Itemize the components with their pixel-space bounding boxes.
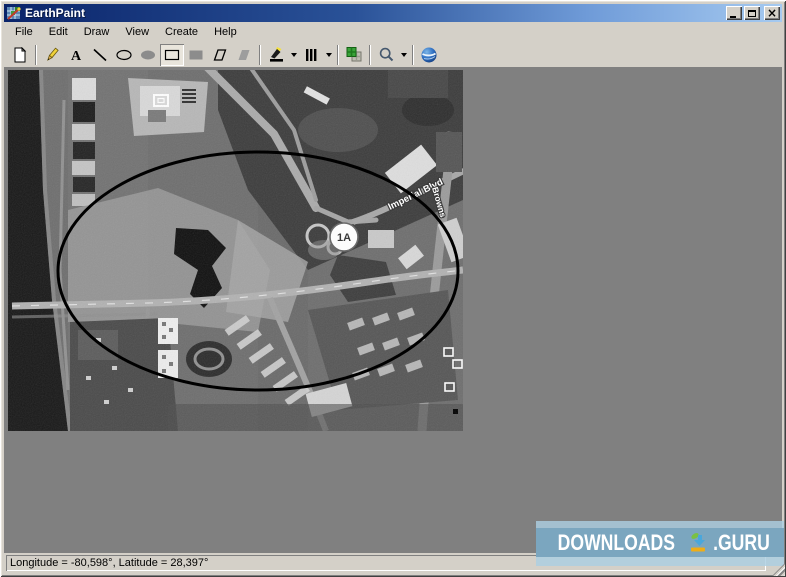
drawing-canvas[interactable]: Imperial Blvd Browns 1A <box>4 67 782 553</box>
text-icon: A <box>68 47 84 63</box>
zoom-button[interactable] <box>374 44 398 66</box>
menu-help[interactable]: Help <box>206 23 245 41</box>
menu-edit[interactable]: Edit <box>41 23 76 41</box>
line-width-icon <box>303 47 319 63</box>
rectangle-outline-icon <box>163 47 181 63</box>
google-earth-button[interactable] <box>417 44 441 66</box>
menu-file[interactable]: File <box>7 23 41 41</box>
google-earth-globe-icon <box>420 46 438 64</box>
ellipse-outline-tool-button[interactable] <box>112 44 136 66</box>
toolbar: A <box>4 42 782 67</box>
transparency-colors-button[interactable] <box>342 44 366 66</box>
toolbar-separator <box>35 45 37 65</box>
satellite-map-image[interactable]: Imperial Blvd Browns 1A <box>8 70 463 431</box>
rectangle-filled-icon <box>187 47 205 63</box>
blank-page-icon <box>12 47 28 63</box>
text-tool-button[interactable]: A <box>64 44 88 66</box>
draw-color-button[interactable] <box>264 44 288 66</box>
minimize-icon <box>730 16 736 18</box>
route-marker-label: 1A <box>337 232 351 244</box>
menu-view[interactable]: View <box>117 23 157 41</box>
polygon-filled-tool-button[interactable] <box>232 44 256 66</box>
toolbar-separator <box>412 45 414 65</box>
menu-bar: File Edit Draw View Create Help <box>4 22 782 42</box>
route-marker-1a[interactable]: 1A <box>330 223 358 251</box>
maximize-button[interactable] <box>744 6 760 20</box>
rectangle-filled-tool-button[interactable] <box>184 44 208 66</box>
polygon-outline-tool-button[interactable] <box>208 44 232 66</box>
menu-draw[interactable]: Draw <box>76 23 118 41</box>
watermark-text-left: DOWNLOADS <box>558 530 675 556</box>
pencil-icon <box>44 47 60 63</box>
draw-color-dropdown[interactable] <box>288 44 299 66</box>
rectangle-outline-tool-button[interactable] <box>160 44 184 66</box>
toolbar-separator <box>369 45 371 65</box>
transparency-colors-icon <box>345 46 363 63</box>
menu-create[interactable]: Create <box>157 23 206 41</box>
app-icon <box>6 5 22 21</box>
svg-text:A: A <box>71 49 82 63</box>
magnifier-icon <box>378 46 395 63</box>
ellipse-outline-icon <box>115 47 133 63</box>
new-document-button[interactable] <box>8 44 32 66</box>
ellipse-filled-tool-button[interactable] <box>136 44 160 66</box>
maximize-icon <box>748 10 756 17</box>
pencil-tool-button[interactable] <box>40 44 64 66</box>
downloads-guru-watermark: DOWNLOADS .GURU <box>536 521 784 566</box>
earthpaint-window: EarthPaint × File Edit Draw View Create … <box>0 0 786 577</box>
title-bar[interactable]: EarthPaint × <box>4 4 782 22</box>
polygon-outline-icon <box>212 47 228 63</box>
ellipse-filled-icon <box>139 47 157 63</box>
zoom-dropdown[interactable] <box>398 44 409 66</box>
download-arrow-icon <box>686 531 710 555</box>
close-icon: × <box>767 7 777 19</box>
toolbar-separator <box>259 45 261 65</box>
polygon-filled-icon <box>236 47 252 63</box>
line-width-button[interactable] <box>299 44 323 66</box>
minimize-button[interactable] <box>726 6 742 20</box>
line-width-dropdown[interactable] <box>323 44 334 66</box>
line-icon <box>92 47 108 63</box>
line-tool-button[interactable] <box>88 44 112 66</box>
window-title: EarthPaint <box>25 4 85 22</box>
toolbar-separator <box>337 45 339 65</box>
close-button[interactable]: × <box>764 6 780 20</box>
watermark-text-right: .GURU <box>713 530 770 556</box>
marker-pen-icon <box>268 46 285 63</box>
